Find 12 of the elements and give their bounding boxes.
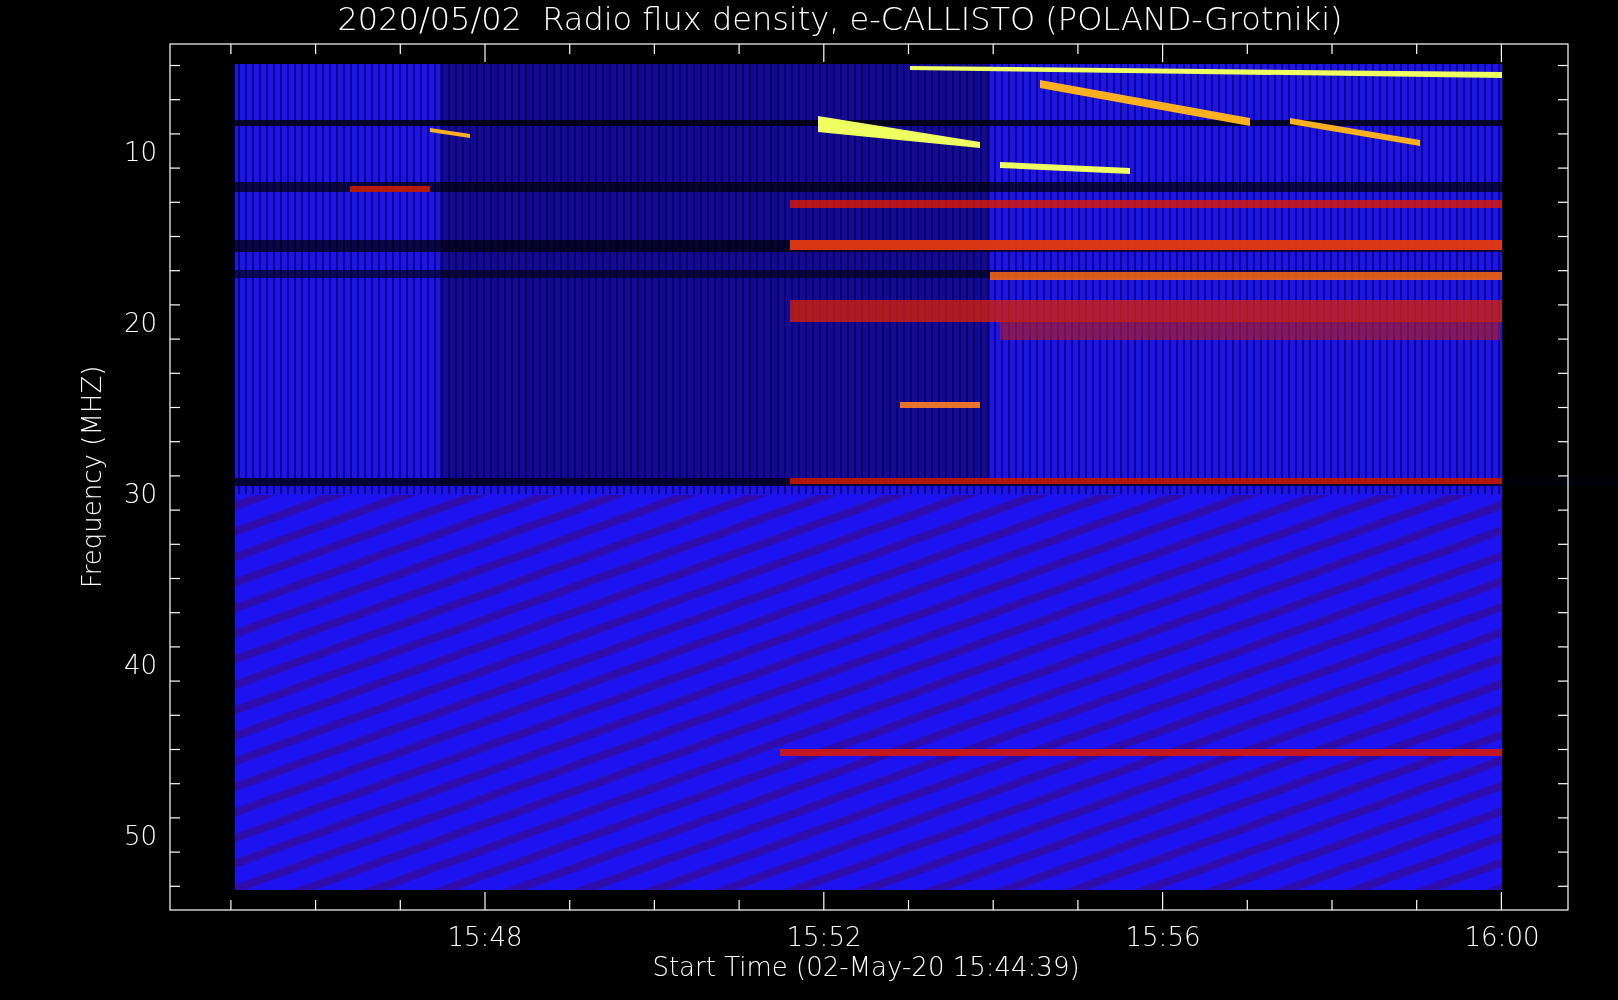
x-tick-label: 15:52 xyxy=(786,922,862,952)
y-tick-label: 50 xyxy=(123,821,157,851)
plot-title: 2020/05/02 Radio flux density, e-CALLISTO (POLAND-Grotniki) xyxy=(337,0,1343,38)
y-axis-title: Frequency (MHZ) xyxy=(77,365,107,589)
y-tick-label: 20 xyxy=(123,308,157,338)
y-tick-label: 10 xyxy=(123,137,157,167)
x-axis-title: Start Time (02-May-20 15:44:39) xyxy=(652,952,1080,982)
x-tick-label: 16:00 xyxy=(1464,922,1540,952)
y-tick-label: 30 xyxy=(123,479,157,509)
x-tick-label: 15:56 xyxy=(1125,922,1201,952)
x-tick-label: 15:48 xyxy=(447,922,523,952)
y-tick-label: 40 xyxy=(123,650,157,680)
